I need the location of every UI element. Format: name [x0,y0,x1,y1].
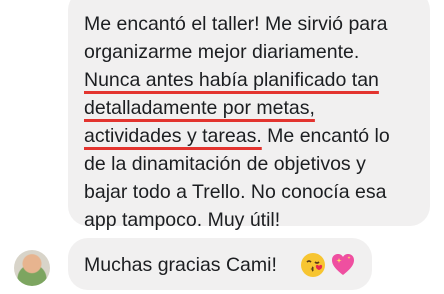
message-line-4-highlighted: detalladamente por metas, [84,97,315,119]
sparkling-heart-icon [332,254,354,275]
message-line-5: actividades y tareas. Me encantó lo [84,124,390,148]
avatar[interactable] [14,250,50,286]
message-line-3-highlighted: Nunca antes había planificado tan [84,69,379,91]
kissing-face-icon [301,253,325,277]
reply-text: Muchas gracias Cami! [84,254,277,276]
message-line-1: Me encantó el taller! Me sirvió para [84,13,388,35]
message-line-2: organizarme mejor diariamente. [84,41,360,63]
message-line-8: app tampoco. Muy útil! [84,209,281,231]
message-line-6: de la dinamitación de objetivos y [84,153,366,175]
message-highlight-segment: actividades y tareas. [84,125,262,147]
message-line-7: bajar todo a Trello. No conocía esa [84,181,387,203]
message-line-5-tail: Me encantó lo [261,125,390,147]
